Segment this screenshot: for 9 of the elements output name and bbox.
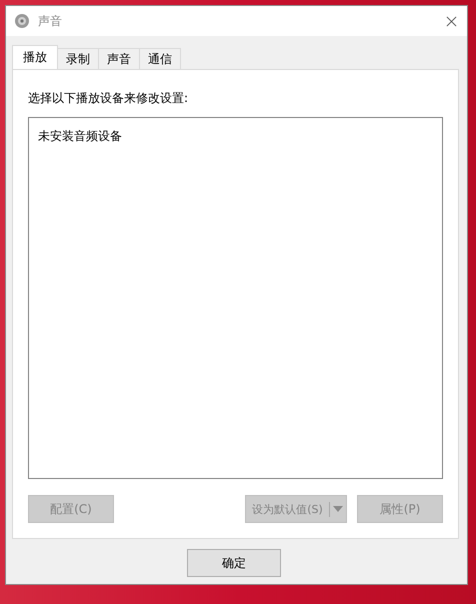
empty-message: 未安装音频设备	[38, 129, 122, 143]
close-icon[interactable]	[446, 16, 457, 26]
ok-button[interactable]: 确定	[187, 549, 281, 577]
tab[interactable]: 通信	[139, 48, 181, 69]
window-title: 声音	[38, 12, 63, 30]
instruction-text: 选择以下播放设备来修改设置:	[28, 90, 190, 107]
tab[interactable]: 播放	[12, 45, 58, 69]
device-list[interactable]: 未安装音频设备	[28, 117, 443, 479]
speaker-icon	[14, 13, 30, 29]
